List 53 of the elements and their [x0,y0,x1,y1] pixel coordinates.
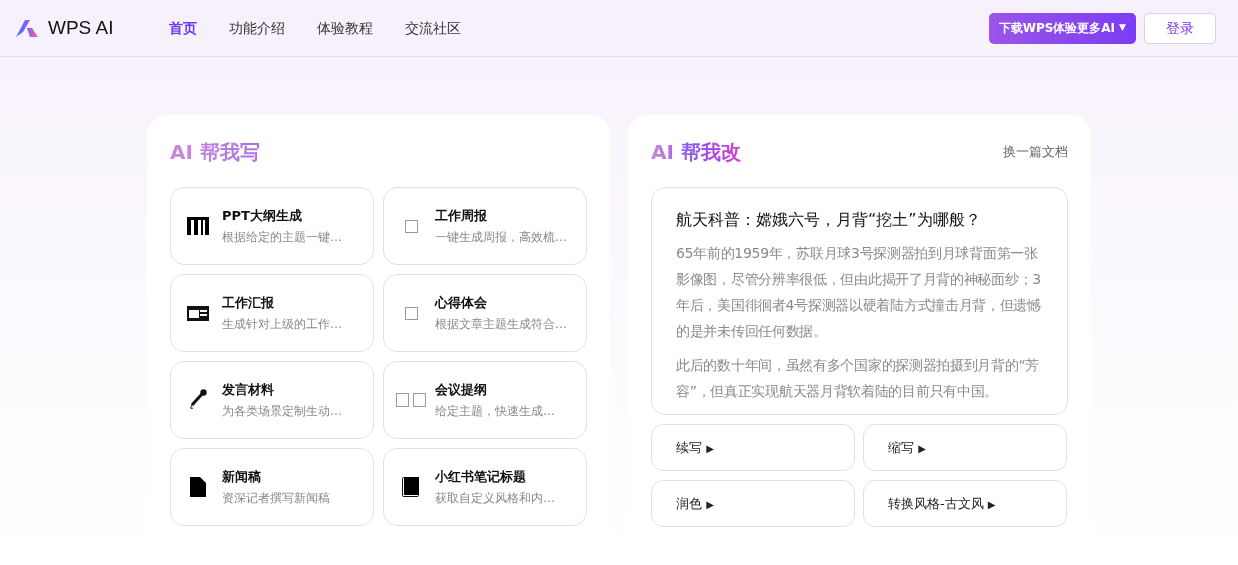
action-button[interactable]: 缩写 ▶ [863,424,1067,471]
logo-icon [16,19,40,37]
feature-card[interactable]: 工作周报 一键生成周报，高效梳… [383,187,587,265]
microphone-icon [188,389,208,411]
play-icon: ▶ [918,442,926,454]
card-description: 为各类场景定制生动… [222,402,342,420]
feature-card[interactable]: 小红书笔记标题 获取自定义风格和内… [383,448,587,526]
brand-name: WPS AI [48,15,114,40]
switch-document-link[interactable]: 换一篇文档 [1003,142,1068,162]
card-description: 生成针对上级的工作… [222,315,342,333]
nav-link[interactable]: 功能介绍 [229,17,286,39]
card-description: 给定主题，快速生成… [435,402,555,420]
action-button[interactable]: 续写 ▶ [651,424,855,471]
nav-link[interactable]: 交流社区 [405,17,462,39]
card-title: 发言材料 [222,381,275,400]
caret-icon: ▼ [1119,21,1126,35]
square-icon [404,306,418,320]
article-title: 航天科普：嫦娥六号，月背“挖土”为哪般？ [676,209,982,231]
action-button[interactable]: 润色 ▶ [651,480,855,527]
download-button[interactable]: 下载WPS体验更多AI ▼ [988,12,1136,44]
card-title: 工作周报 [435,207,488,226]
feature-card[interactable]: 心得体会 根据文章主题生成符合… [383,274,587,352]
book-icon [402,477,420,497]
card-description: 根据文章主题生成符合… [435,315,567,333]
card-description: 一键生成周报，高效梳… [435,228,567,246]
squares-icon [396,393,426,407]
card-description: 根据给定的主题一键… [222,228,342,246]
card-title: 会议提纲 [435,381,488,400]
action-button[interactable]: 转换风格-古文风 ▶ [863,480,1067,527]
newspaper-icon [187,305,209,321]
feature-card[interactable]: 工作汇报 生成针对上级的工作… [170,274,374,352]
card-title: 工作汇报 [222,294,275,313]
play-icon: ▶ [706,498,714,510]
login-button[interactable]: 登录 [1144,12,1216,44]
card-title: 新闻稿 [222,468,262,487]
card-description: 资深记者撰写新闻稿 [222,489,330,507]
play-icon: ▶ [706,442,714,454]
play-icon: ▶ [987,498,996,510]
card-title: 小红书笔记标题 [435,468,527,487]
columns-icon [187,217,209,235]
feature-card[interactable]: 新闻稿 资深记者撰写新闻稿 [170,448,374,526]
feature-card[interactable]: 会议提纲 给定主题，快速生成… [383,361,587,439]
nav-link[interactable]: 首页 [169,17,198,39]
card-title: 心得体会 [435,294,488,313]
file-icon [190,477,206,497]
feature-card[interactable]: 发言材料 为各类场景定制生动… [170,361,374,439]
feature-card[interactable]: PPT大纲生成 根据给定的主题一键… [170,187,374,265]
article-paragraph: 此后的数十年间，虽然有多个国家的探测器拍摄到月背的“芳容”，但真正实现航天器月背软着陆的目前只有中国。 [676,356,1041,401]
article-paragraph: 65年前的1959年，苏联月球3号探测器拍到月球背面第一张影像图，尽管分辨率很低，但由此揭开了月背的神秘面纱；3年后，美国徘徊者4号探测器以硬着陆方式撞击月背，但遗憾的是并未传回任何数据。 [676,244,1042,341]
card-description: 获取自定义风格和内… [435,489,555,507]
card-title: PPT大纲生成 [222,207,303,226]
nav-link[interactable]: 体验教程 [317,17,374,39]
square-icon [404,219,418,233]
